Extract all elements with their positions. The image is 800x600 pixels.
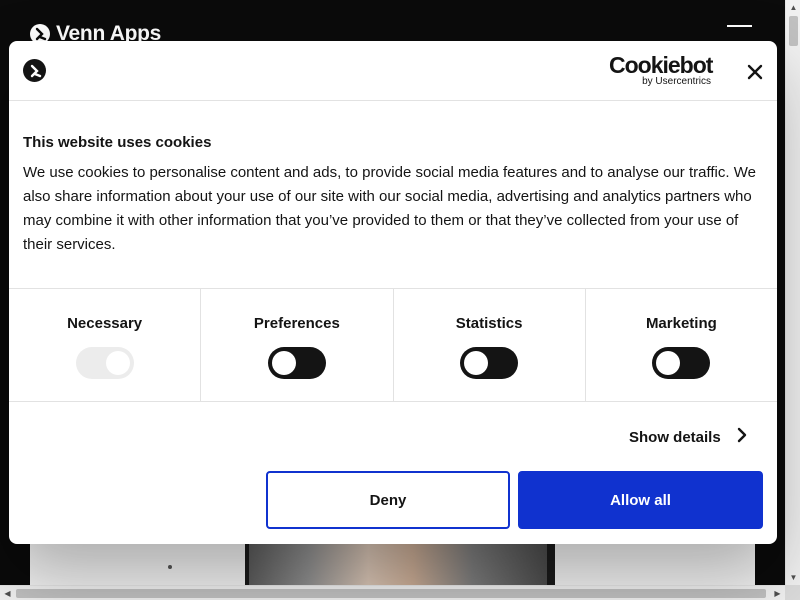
deny-button[interactable]: Deny xyxy=(266,471,510,529)
vertical-scrollbar[interactable]: ▲ ▼ xyxy=(785,0,800,585)
cookiebot-logo[interactable]: Cookiebot by Usercentrics xyxy=(609,53,713,87)
dialog-header: Cookiebot by Usercentrics xyxy=(9,41,777,101)
allow-all-button[interactable]: Allow all xyxy=(518,471,763,529)
category-label: Statistics xyxy=(455,315,523,332)
horizontal-scrollbar[interactable]: ◀ ▶ xyxy=(0,585,785,600)
category-marketing: Marketing xyxy=(586,289,777,401)
category-necessary: Necessary xyxy=(9,289,202,401)
statistics-toggle[interactable] xyxy=(460,347,519,379)
cookie-consent-dialog: Cookiebot by Usercentrics This website u… xyxy=(9,41,777,544)
hero-detail xyxy=(168,565,172,569)
show-details-label: Show details xyxy=(629,428,721,446)
marketing-toggle[interactable] xyxy=(652,347,711,379)
site-logo-icon xyxy=(23,59,46,82)
close-icon[interactable] xyxy=(744,61,766,83)
vertical-scrollbar-thumb[interactable] xyxy=(789,16,798,46)
scroll-right-arrow-icon[interactable]: ▶ xyxy=(770,586,785,600)
hamburger-menu-icon[interactable] xyxy=(727,25,752,39)
scrollbar-corner xyxy=(785,585,800,600)
dialog-description: We use cookies to personalise content an… xyxy=(23,164,756,253)
show-details-link[interactable]: Show details xyxy=(629,427,747,447)
category-statistics: Statistics xyxy=(394,289,586,401)
preferences-toggle[interactable] xyxy=(267,347,326,379)
category-preferences: Preferences xyxy=(201,289,394,401)
consent-categories: Necessary Preferences Statistics Marketi… xyxy=(9,288,777,402)
chevron-right-icon xyxy=(737,427,747,447)
scroll-down-arrow-icon[interactable]: ▼ xyxy=(786,570,800,585)
dialog-title: This website uses cookies xyxy=(23,134,212,151)
horizontal-scrollbar-thumb[interactable] xyxy=(16,589,766,598)
category-label: Preferences xyxy=(253,315,340,332)
category-label: Necessary xyxy=(67,315,143,332)
cookiebot-wordmark: Cookiebot xyxy=(609,52,713,78)
cookiebot-byline: by Usercentrics xyxy=(642,76,711,87)
category-label: Marketing xyxy=(645,315,717,332)
scroll-left-arrow-icon[interactable]: ◀ xyxy=(0,586,15,600)
necessary-toggle xyxy=(75,347,134,379)
scroll-up-arrow-icon[interactable]: ▲ xyxy=(786,0,800,15)
